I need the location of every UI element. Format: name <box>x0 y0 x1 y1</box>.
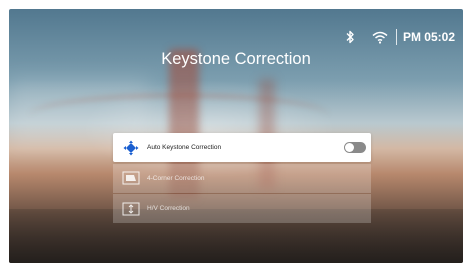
menu-item-label: Auto Keystone Correction <box>147 144 222 151</box>
auto-keystone-icon <box>122 140 140 155</box>
keystone-menu: Auto Keystone Correction 4-Corner Correc… <box>113 133 371 225</box>
menu-item-label: H/V Correction <box>147 205 190 212</box>
auto-keystone-toggle[interactable] <box>344 142 366 153</box>
clock: PM 05:02 <box>402 30 455 44</box>
menu-item-four-corner[interactable]: 4-Corner Correction <box>113 163 371 193</box>
toggle-knob <box>345 143 354 152</box>
menu-item-auto-keystone[interactable]: Auto Keystone Correction <box>113 133 371 162</box>
menu-item-label: 4-Corner Correction <box>147 174 205 182</box>
status-divider <box>395 29 397 45</box>
page-title: Keystone Correction <box>161 50 311 68</box>
hv-correction-icon <box>122 202 140 216</box>
projector-screen: PM 05:02 Keystone Correction Auto Keysto… <box>9 9 463 263</box>
four-corner-icon <box>122 171 140 185</box>
menu-item-hv-correction[interactable]: H/V Correction <box>113 194 371 223</box>
wifi-icon <box>372 29 388 45</box>
status-bar: PM 05:02 <box>342 28 455 46</box>
bluetooth-icon <box>342 29 358 45</box>
